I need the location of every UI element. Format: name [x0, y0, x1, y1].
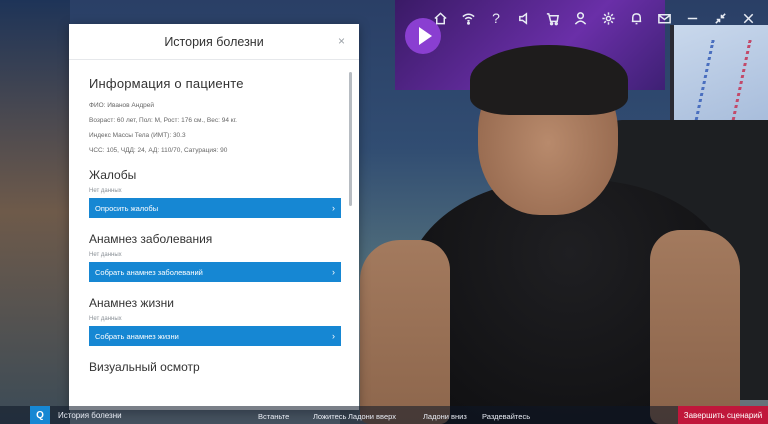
- modal-title: История болезни: [164, 35, 264, 49]
- restore-icon[interactable]: [706, 4, 734, 32]
- collect-disease-history-button[interactable]: Собрать анамнез заболеваний ›: [89, 262, 341, 282]
- chevron-right-icon: ›: [332, 267, 335, 277]
- patient-arm-right[interactable]: [650, 230, 740, 424]
- patient-hair: [470, 45, 628, 115]
- collect-life-history-button[interactable]: Собрать анамнез жизни ›: [89, 326, 341, 346]
- close-icon[interactable]: [734, 4, 762, 32]
- cart-icon[interactable]: [538, 4, 566, 32]
- top-toolbar: ?: [426, 4, 762, 32]
- complaints-status: Нет данных: [89, 188, 122, 194]
- minimize-icon[interactable]: [678, 4, 706, 32]
- pose-stand-button[interactable]: Встаньте: [258, 412, 289, 421]
- medical-history-modal: История болезни × Информация о пациенте …: [69, 24, 359, 410]
- bell-icon[interactable]: [622, 4, 650, 32]
- pose-lie-down-button[interactable]: Ложитесь: [313, 412, 346, 421]
- patient-params: Возраст: 60 лет, Пол: М, Рост: 176 см., …: [89, 117, 237, 124]
- chevron-right-icon: ›: [332, 331, 335, 341]
- disease-history-status: Нет данных: [89, 252, 122, 258]
- help-icon[interactable]: ?: [482, 4, 510, 32]
- q-hotkey-button[interactable]: Q: [30, 406, 50, 424]
- help-icon-glyph: ?: [492, 10, 500, 26]
- complaints-heading: Жалобы: [89, 168, 137, 182]
- patient-name: ФИО: Иванов Андрей: [89, 102, 154, 109]
- home-icon[interactable]: [426, 4, 454, 32]
- pose-undress-button[interactable]: Раздевайтесь: [482, 412, 530, 421]
- life-history-status: Нет данных: [89, 316, 122, 322]
- patient-bmi: Индекс Массы Тела (ИМТ): 30.3: [89, 132, 186, 139]
- collect-life-history-label: Собрать анамнез жизни: [95, 331, 179, 341]
- modal-body: Информация о пациенте ФИО: Иванов Андрей…: [69, 60, 359, 410]
- user-icon[interactable]: [566, 4, 594, 32]
- collect-disease-history-label: Собрать анамнез заболеваний: [95, 267, 203, 277]
- pose-palms-up-button[interactable]: Ладони вверх: [348, 412, 396, 421]
- visual-exam-heading: Визуальный осмотр: [89, 360, 200, 374]
- settings-icon[interactable]: [594, 4, 622, 32]
- pose-palms-down-button[interactable]: Ладони вниз: [423, 412, 467, 421]
- wifi-icon[interactable]: [454, 4, 482, 32]
- sound-icon[interactable]: [510, 4, 538, 32]
- mail-icon[interactable]: [650, 4, 678, 32]
- close-icon[interactable]: ×: [338, 34, 345, 48]
- patient-vitals: ЧСС: 105, ЧДД: 24, АД: 110/70, Сатурация…: [89, 147, 228, 154]
- ask-complaints-button[interactable]: Опросить жалобы ›: [89, 198, 341, 218]
- scene-wall-left: [0, 0, 70, 424]
- modal-header: История болезни ×: [69, 24, 359, 60]
- disease-history-heading: Анамнез заболевания: [89, 232, 213, 246]
- ask-complaints-label: Опросить жалобы: [95, 203, 159, 213]
- finish-scenario-button[interactable]: Завершить сценарий: [678, 406, 768, 424]
- life-history-heading: Анамнез жизни: [89, 296, 174, 310]
- medical-history-button[interactable]: История болезни: [58, 411, 122, 420]
- patient-info-heading: Информация о пациенте: [89, 76, 244, 91]
- chevron-right-icon: ›: [332, 203, 335, 213]
- patient-arm-left[interactable]: [360, 240, 450, 424]
